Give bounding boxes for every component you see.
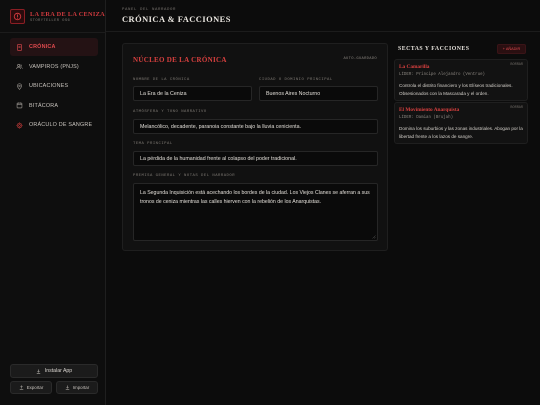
brand-logo-icon: [10, 9, 25, 24]
book-icon: [17, 43, 22, 51]
upload-icon: [19, 385, 23, 390]
sidebar-item-ubicaciones[interactable]: UBICACIONES: [10, 77, 98, 95]
premise-textarea[interactable]: La Segunda Inquisición está acechando lo…: [133, 183, 378, 241]
page-header: PANEL DEL NARRADOR CRÓNICA & FACCIONES: [106, 0, 540, 32]
add-faction-button[interactable]: + AÑADIR: [497, 44, 526, 54]
download-icon: [36, 369, 41, 373]
city-field[interactable]: Buenos Aires Nocturno: [259, 86, 378, 101]
oracle-icon: [16, 122, 23, 129]
faction-card[interactable]: El Movimiento Anarquista BORRAR LÍDER: D…: [394, 102, 528, 144]
sidebar-item-oraculo[interactable]: ORÁCULO DE SANGRE: [10, 116, 98, 134]
premise-text: La Segunda Inquisición está acechando lo…: [140, 190, 370, 205]
import-label: Importar: [72, 385, 90, 390]
chronicle-name-label: NOMBRE DE LA CRÓNICA: [133, 78, 190, 82]
core-title: NÚCLEO DE LA CRÓNICA: [133, 56, 227, 64]
install-app-label: Instalar App: [44, 368, 73, 374]
resize-handle-icon[interactable]: [372, 235, 376, 239]
map-pin-icon: [17, 83, 22, 90]
faction-leader: LÍDER: Príncipe Alejandro (Ventrue): [399, 73, 485, 77]
brand-title: LA ERA DE LA CENIZA: [30, 10, 105, 18]
mood-field[interactable]: Melancólico, decadente, paranoia constan…: [133, 119, 378, 134]
faction-name: El Movimiento Anarquista: [399, 107, 460, 113]
faction-description: Domina los suburbios y las zonas industr…: [399, 126, 523, 139]
sidebar-nav: CRÓNICA VAMPIROS (PNJS) UBICACIONES BITÁ…: [10, 38, 98, 136]
divider: [0, 32, 106, 33]
chronicle-core-panel: NÚCLEO DE LA CRÓNICA AUTO-GUARDADO NOMBR…: [122, 43, 388, 251]
notebook-icon: [16, 102, 23, 109]
download-icon: [65, 385, 70, 390]
sidebar-item-label: UBICACIONES: [29, 83, 69, 90]
page-kicker: PANEL DEL NARRADOR: [122, 8, 177, 12]
export-label: Exportar: [26, 385, 44, 390]
faction-card[interactable]: La Camarilla BORRAR LÍDER: Príncipe Alej…: [394, 59, 528, 101]
import-button[interactable]: Importar: [56, 381, 98, 394]
brand-subtitle: STORYTELLER OS6: [30, 18, 71, 23]
theme-field[interactable]: La pérdida de la humanidad frente al col…: [133, 151, 378, 166]
users-icon: [16, 64, 23, 70]
sidebar-item-label: ORÁCULO DE SANGRE: [29, 122, 93, 129]
faction-leader: LÍDER: Damian (Brujah): [399, 116, 454, 120]
install-app-button[interactable]: Instalar App: [10, 364, 98, 378]
sidebar-item-bitacora[interactable]: BITÁCORA: [10, 97, 98, 115]
chronicle-name-field[interactable]: La Era de la Ceniza: [133, 86, 252, 101]
premise-label: PREMISA GENERAL Y NOTAS DEL NARRADOR: [133, 174, 236, 178]
sidebar-item-cronica[interactable]: CRÓNICA: [10, 38, 98, 56]
sidebar-item-label: BITÁCORA: [29, 102, 59, 109]
sidebar-item-vampiros[interactable]: VAMPIROS (PNJS): [10, 58, 98, 76]
faction-name: La Camarilla: [399, 64, 430, 70]
mood-label: ATMÓSFERA Y TONO NARRATIVO: [133, 110, 207, 114]
brand: LA ERA DE LA CENIZA STORYTELLER OS6: [10, 9, 105, 24]
delete-faction-button[interactable]: BORRAR: [510, 106, 523, 110]
faction-description: Controla el distrito financiero y los El…: [399, 83, 513, 96]
export-button[interactable]: Exportar: [10, 381, 52, 394]
sidebar: LA ERA DE LA CENIZA STORYTELLER OS6 CRÓN…: [0, 0, 106, 405]
sects-title: SECTAS Y FACCIONES: [398, 46, 470, 52]
theme-label: TEMA PRINCIPAL: [133, 142, 173, 146]
sidebar-item-label: VAMPIROS (PNJS): [29, 63, 79, 70]
autosave-status: AUTO-GUARDADO: [343, 57, 377, 61]
city-label: CIUDAD O DOMINIO PRINCIPAL: [259, 78, 333, 82]
delete-faction-button[interactable]: BORRAR: [510, 63, 523, 67]
page-title: CRÓNICA & FACCIONES: [122, 15, 231, 24]
sidebar-item-label: CRÓNICA: [29, 44, 56, 50]
